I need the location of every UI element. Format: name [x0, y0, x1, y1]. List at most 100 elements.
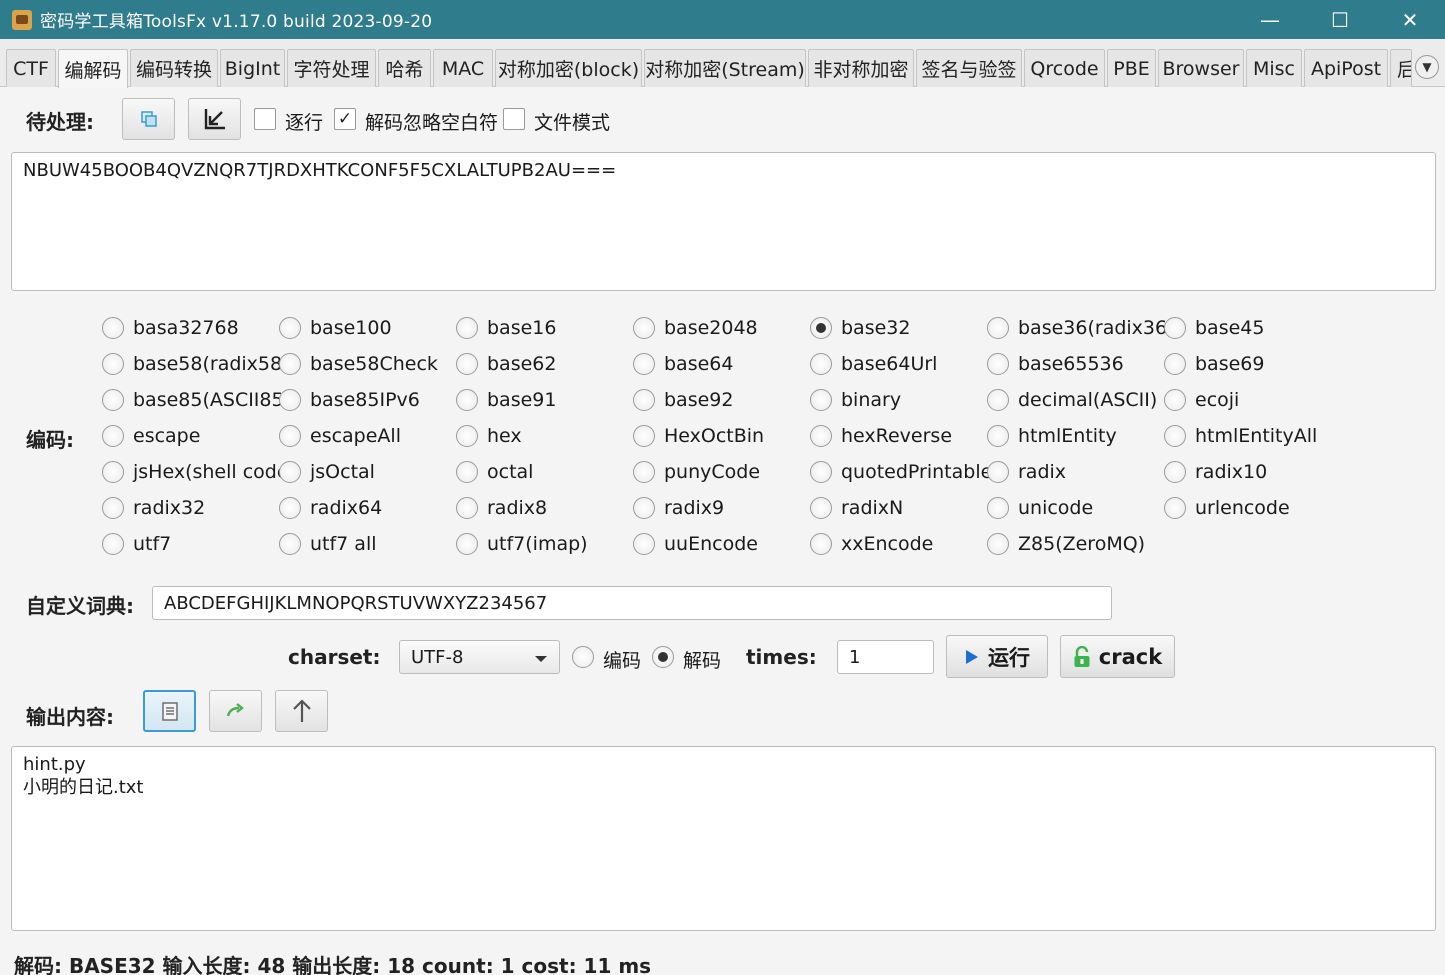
encoding-option-label[interactable]: base91 — [487, 389, 556, 411]
file-mode-checkbox[interactable] — [503, 108, 525, 130]
encoding-radio[interactable] — [987, 425, 1009, 447]
encoding-option-label[interactable]: radix9 — [664, 497, 724, 519]
encoding-option-label[interactable]: base85(ASCII85) — [133, 389, 291, 411]
encoding-radio[interactable] — [279, 353, 301, 375]
encoding-option-label[interactable]: radix8 — [487, 497, 547, 519]
tab-codec[interactable]: 编解码 — [58, 49, 128, 88]
copy-input-button[interactable] — [122, 98, 175, 140]
encoding-option-label[interactable]: xxEncode — [841, 533, 933, 555]
run-button[interactable]: 运行 — [946, 635, 1048, 678]
encoding-option-label[interactable]: base58(radix58) — [133, 353, 290, 375]
encoding-radio[interactable] — [456, 353, 478, 375]
encoding-radio[interactable] — [1164, 389, 1186, 411]
encoding-radio[interactable] — [633, 389, 655, 411]
encoding-option-label[interactable]: base58Check — [310, 353, 438, 375]
encoding-option-label[interactable]: utf7 all — [310, 533, 377, 555]
encoding-radio[interactable] — [987, 389, 1009, 411]
encoding-option-label[interactable]: radix32 — [133, 497, 205, 519]
encoding-radio[interactable] — [810, 461, 832, 483]
encoding-radio[interactable] — [633, 461, 655, 483]
encoding-option-label[interactable]: decimal(ASCII) — [1018, 389, 1157, 411]
encoding-option-label[interactable]: jsOctal — [310, 461, 375, 483]
encoding-radio[interactable] — [279, 425, 301, 447]
encoding-radio[interactable] — [810, 533, 832, 555]
encoding-option-label[interactable]: escape — [133, 425, 200, 447]
encoding-option-label[interactable]: basa32768 — [133, 317, 239, 339]
tab-ctf[interactable]: CTF — [6, 49, 56, 87]
encoding-radio[interactable] — [810, 389, 832, 411]
times-input[interactable]: 1 — [837, 640, 934, 674]
tab-misc[interactable]: Misc — [1246, 49, 1302, 87]
encoding-radio[interactable] — [279, 317, 301, 339]
encoding-radio[interactable] — [633, 497, 655, 519]
encoding-option-label[interactable]: base100 — [310, 317, 392, 339]
mode-decode-radio[interactable] — [652, 646, 674, 668]
encoding-option-label[interactable]: base85IPv6 — [310, 389, 420, 411]
tab-mac[interactable]: MAC — [433, 49, 493, 87]
copy-output-button[interactable] — [143, 690, 196, 732]
mode-encode-radio[interactable] — [572, 646, 594, 668]
encoding-option-label[interactable]: binary — [841, 389, 901, 411]
encoding-radio[interactable] — [633, 317, 655, 339]
crack-button[interactable]: crack — [1060, 635, 1175, 678]
tab-hash[interactable]: 哈希 — [378, 49, 431, 87]
encoding-radio[interactable] — [1164, 425, 1186, 447]
tab-sign-verify[interactable]: 签名与验签 — [916, 49, 1022, 87]
charset-select[interactable]: UTF-8 — [399, 640, 560, 674]
minimize-button[interactable]: — — [1235, 0, 1305, 39]
tab-encoding-convert[interactable]: 编码转换 — [130, 49, 218, 87]
encoding-radio[interactable] — [102, 389, 124, 411]
encoding-option-label[interactable]: base16 — [487, 317, 556, 339]
encoding-radio[interactable] — [102, 317, 124, 339]
tab-symmetric-stream[interactable]: 对称加密(Stream) — [644, 49, 806, 87]
encoding-option-label[interactable]: radix64 — [310, 497, 382, 519]
encoding-radio[interactable] — [1164, 353, 1186, 375]
encoding-radio[interactable] — [456, 533, 478, 555]
encoding-radio[interactable] — [456, 425, 478, 447]
tab-apipost[interactable]: ApiPost — [1304, 49, 1388, 87]
tab-more[interactable]: 后 — [1390, 49, 1412, 87]
encoding-option-label[interactable]: quotedPrintable — [841, 461, 992, 483]
encoding-option-label[interactable]: utf7(imap) — [487, 533, 588, 555]
encoding-radio[interactable] — [633, 425, 655, 447]
dictionary-input[interactable]: ABCDEFGHIJKLMNOPQRSTUVWXYZ234567 — [152, 586, 1112, 620]
encoding-radio[interactable] — [102, 497, 124, 519]
encoding-radio[interactable] — [456, 497, 478, 519]
input-textarea[interactable]: NBUW45BOOB4QVZNQR7TJRDXHTKCONF5F5CXLALTU… — [11, 152, 1436, 291]
encoding-option-label[interactable]: base32 — [841, 317, 910, 339]
forward-output-button[interactable] — [209, 690, 262, 732]
encoding-radio[interactable] — [987, 353, 1009, 375]
encoding-radio[interactable] — [102, 425, 124, 447]
encoding-radio[interactable] — [810, 353, 832, 375]
encoding-option-label[interactable]: base69 — [1195, 353, 1264, 375]
encoding-option-label[interactable]: base92 — [664, 389, 733, 411]
tab-symmetric-block[interactable]: 对称加密(block) — [495, 49, 642, 87]
encoding-option-label[interactable]: radix10 — [1195, 461, 1267, 483]
encoding-option-label[interactable]: base45 — [1195, 317, 1264, 339]
encoding-radio[interactable] — [1164, 461, 1186, 483]
encoding-option-label[interactable]: HexOctBin — [664, 425, 764, 447]
tab-string-process[interactable]: 字符处理 — [287, 49, 376, 87]
encoding-radio[interactable] — [456, 461, 478, 483]
encoding-option-label[interactable]: hexReverse — [841, 425, 952, 447]
output-textarea[interactable]: hint.py 小明的日记.txt — [11, 746, 1436, 931]
encoding-option-label[interactable]: unicode — [1018, 497, 1093, 519]
tab-asymmetric[interactable]: 非对称加密 — [808, 49, 914, 87]
encoding-option-label[interactable]: escapeAll — [310, 425, 401, 447]
encoding-option-label[interactable]: base2048 — [664, 317, 758, 339]
import-file-button[interactable] — [188, 98, 241, 140]
encoding-radio[interactable] — [102, 353, 124, 375]
encoding-option-label[interactable]: base64Url — [841, 353, 937, 375]
encoding-option-label[interactable]: base64 — [664, 353, 733, 375]
move-up-button[interactable] — [275, 690, 328, 732]
encoding-option-label[interactable]: punyCode — [664, 461, 760, 483]
tab-overflow-chevron-down-icon[interactable]: ▼ — [1415, 55, 1439, 79]
encoding-radio[interactable] — [810, 425, 832, 447]
line-by-line-checkbox[interactable] — [254, 108, 276, 130]
encoding-radio[interactable] — [102, 461, 124, 483]
encoding-option-label[interactable]: Z85(ZeroMQ) — [1018, 533, 1145, 555]
encoding-option-label[interactable]: ecoji — [1195, 389, 1239, 411]
encoding-radio[interactable] — [102, 533, 124, 555]
encoding-radio[interactable] — [810, 497, 832, 519]
encoding-option-label[interactable]: htmlEntityAll — [1195, 425, 1317, 447]
